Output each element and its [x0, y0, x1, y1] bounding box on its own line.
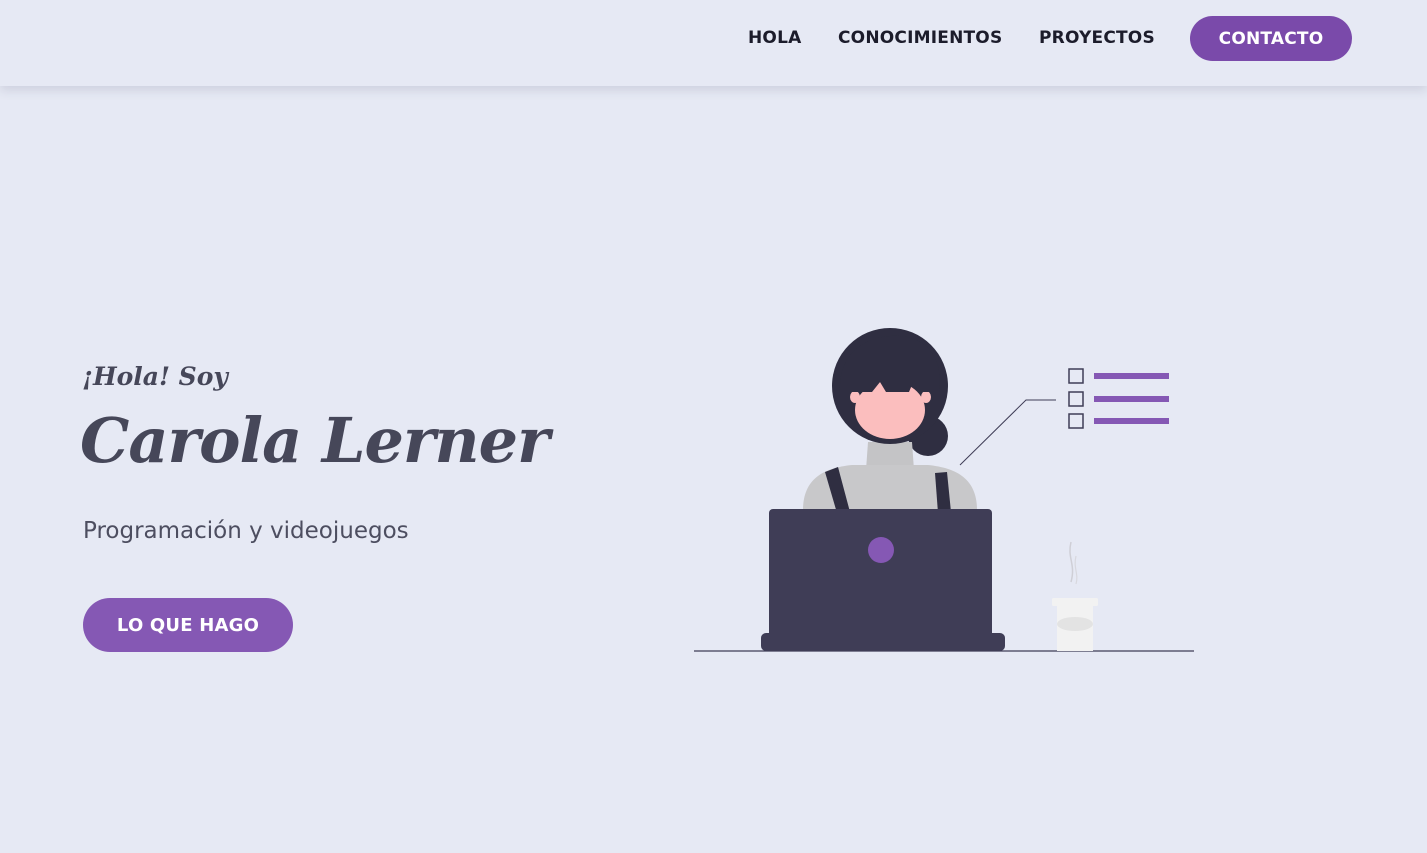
- woman-at-laptop-illustration: [694, 328, 1194, 652]
- coffee-cup-icon: [1052, 541, 1098, 651]
- contact-button[interactable]: CONTACTO: [1190, 16, 1352, 61]
- nav-link-proyectos[interactable]: PROYECTOS: [1039, 28, 1155, 48]
- laptop-icon: [761, 509, 1005, 651]
- hero-greeting: ¡Hola! Soy: [82, 362, 228, 391]
- what-i-do-button[interactable]: LO QUE HAGO: [83, 598, 293, 652]
- connector-line: [959, 399, 1056, 466]
- checklist-icon: [1068, 368, 1169, 429]
- laptop-logo: [868, 537, 894, 563]
- navbar: HOLA CONOCIMIENTOS PROYECTOS CONTACTO: [0, 0, 1427, 86]
- hero-subtitle: Programación y videojuegos: [83, 518, 409, 544]
- hero-name: Carola Lerner: [80, 404, 550, 477]
- nav-link-hola[interactable]: HOLA: [748, 28, 801, 48]
- nav-link-conocimientos[interactable]: CONOCIMIENTOS: [838, 28, 1002, 48]
